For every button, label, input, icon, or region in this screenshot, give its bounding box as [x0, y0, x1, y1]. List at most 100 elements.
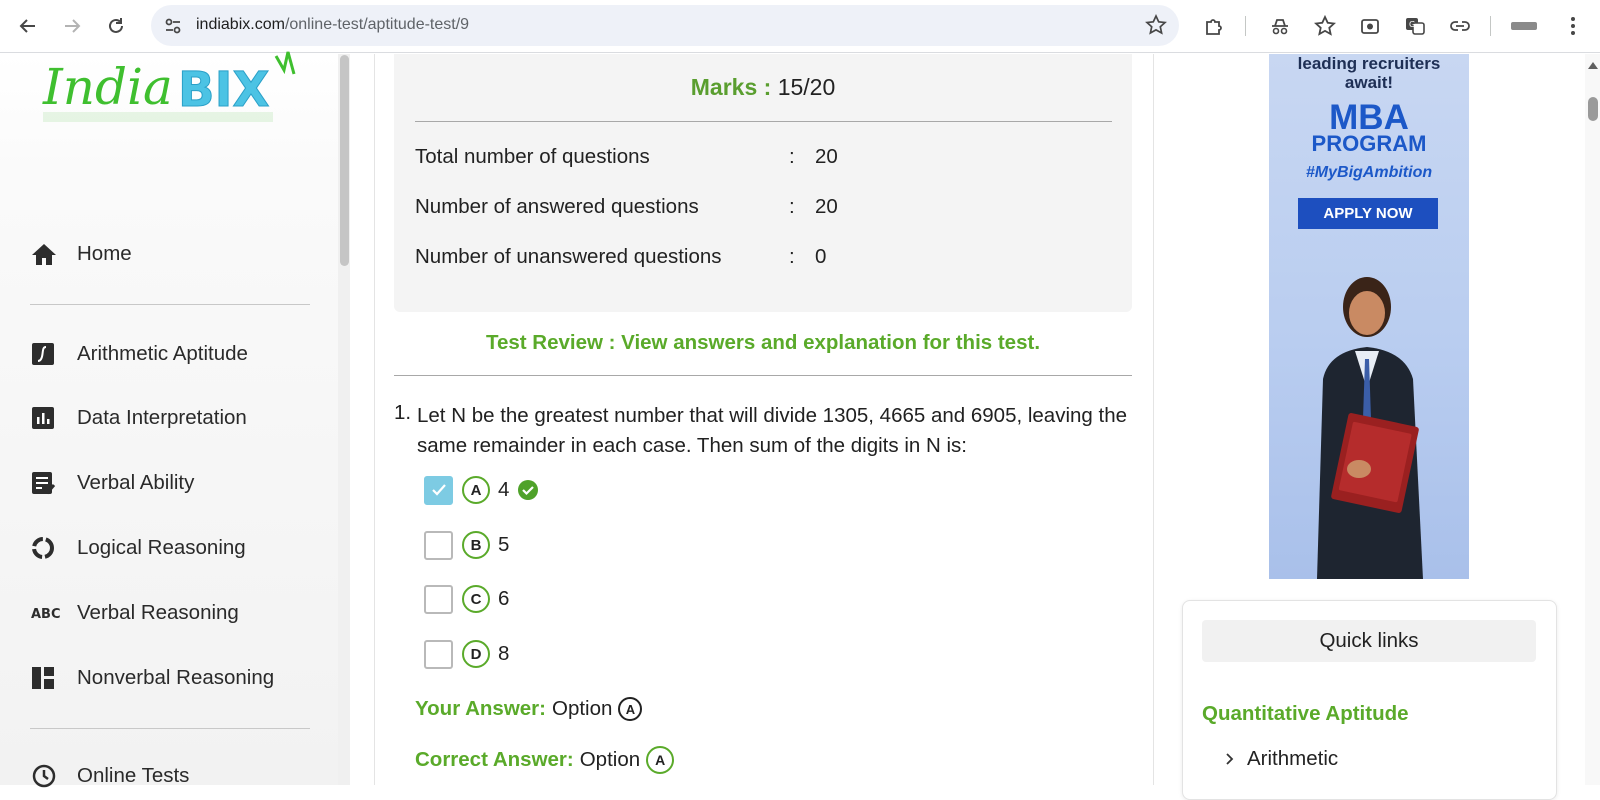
score-divider [415, 121, 1112, 122]
sidebar-item-home[interactable]: Home [31, 237, 132, 271]
star-outline-icon [1314, 15, 1336, 36]
stat-total-questions: Total number of questions : 20 [415, 145, 838, 169]
dashboard-icon [31, 665, 61, 691]
sidebar-item-arithmetic-aptitude[interactable]: Arithmetic Aptitude [31, 337, 248, 371]
stat-separator: : [789, 195, 795, 218]
correct-answer-letter: A [646, 746, 675, 774]
function-icon [31, 341, 61, 367]
cycle-icon [31, 535, 61, 561]
sidebar-item-logical-reasoning[interactable]: Logical Reasoning [31, 531, 246, 565]
sidebar-item-label: Logical Reasoning [77, 536, 246, 559]
option-d[interactable]: D 8 [424, 639, 509, 669]
spy-icon [1272, 19, 1288, 35]
sidebar-item-nonverbal-reasoning[interactable]: Nonverbal Reasoning [31, 661, 274, 695]
your-answer-label: Your Answer: [415, 697, 546, 720]
incognito-extension-button[interactable] [1266, 12, 1294, 40]
checklist-icon [31, 470, 61, 496]
checkmark-icon [431, 484, 446, 496]
scroll-up-arrow-icon[interactable] [1587, 60, 1599, 70]
sidebar-divider [30, 728, 310, 729]
profile-button[interactable] [1510, 12, 1538, 40]
question-number: 1. [394, 401, 412, 424]
ad-headline: leading recruiters [1297, 54, 1441, 73]
quick-links-title: Quick links [1202, 620, 1536, 662]
your-answer: Your Answer: Option A [415, 697, 643, 721]
translate-extension-button[interactable]: G [1401, 12, 1429, 40]
correct-answer-label: Correct Answer: [415, 748, 574, 771]
sidebar-item-verbal-reasoning[interactable]: ABC Verbal Reasoning [31, 596, 239, 630]
svg-text:India: India [42, 58, 173, 116]
option-text: 8 [498, 642, 510, 665]
translate-icon: G [1406, 18, 1425, 35]
option-letter: A [462, 476, 490, 504]
option-a[interactable]: A 4 [424, 475, 539, 505]
quick-link-arithmetic[interactable]: Arithmetic [1225, 747, 1338, 771]
mba-program-ad[interactable]: leading recruiters await! MBA PROGRAM #M… [1269, 54, 1469, 579]
option-c[interactable]: C 6 [424, 584, 509, 614]
arrow-left-icon [19, 19, 35, 33]
your-answer-letter: A [618, 697, 643, 721]
site-settings-icon[interactable] [163, 16, 183, 36]
stat-label: Number of answered questions [415, 195, 699, 218]
test-review-link[interactable]: Test Review : View answers and explanati… [394, 331, 1132, 355]
url-text: indiabix.com/online-test/aptitude-test/9 [196, 16, 470, 33]
ad-person-image [1317, 277, 1423, 579]
question-text: Let N be the greatest number that will d… [417, 404, 1128, 457]
stat-value: 20 [815, 195, 838, 218]
quick-links-section[interactable]: Quantitative Aptitude [1202, 702, 1409, 726]
stat-unanswered-questions: Number of unanswered questions : 0 [415, 245, 826, 269]
screenshot-extension-button[interactable] [1356, 12, 1384, 40]
quick-link-label: Arithmetic [1247, 747, 1339, 770]
toolbar-divider [1245, 16, 1246, 36]
correct-check-icon [518, 480, 539, 500]
stat-value: 0 [815, 245, 827, 268]
option-letter: B [462, 531, 490, 559]
marks-heading: Marks : 15/20 [394, 74, 1132, 101]
sidebar-item-label: Verbal Ability [77, 471, 195, 494]
toolbar-divider [1490, 16, 1491, 36]
address-bar[interactable]: indiabix.com/online-test/aptitude-test/9 [151, 5, 1179, 46]
back-button[interactable] [12, 10, 44, 42]
sidebar-item-data-interpretation[interactable]: Data Interpretation [31, 401, 247, 435]
browser-menu-button[interactable] [1559, 12, 1587, 40]
option-checkbox[interactable] [424, 584, 453, 614]
star-extension-button[interactable] [1311, 12, 1339, 40]
option-checkbox[interactable] [424, 530, 453, 560]
bar-chart-icon [31, 405, 61, 431]
option-b[interactable]: B 5 [424, 530, 509, 560]
sidebar-item-verbal-ability[interactable]: Verbal Ability [31, 466, 194, 500]
link-icon [1450, 21, 1470, 31]
correct-answer-text: Option [579, 748, 641, 771]
link-extension-button[interactable] [1446, 12, 1474, 40]
extensions-button[interactable] [1200, 12, 1228, 40]
stat-separator: : [789, 245, 795, 268]
svg-text:BIX: BIX [178, 62, 269, 118]
option-checkbox[interactable] [424, 639, 453, 669]
page-scrollbar-thumb[interactable] [1588, 97, 1598, 121]
ad-apply-button[interactable]: APPLY NOW [1298, 198, 1438, 229]
sidebar-item-label: Online Tests [77, 764, 190, 787]
marks-value: 15/20 [777, 74, 836, 100]
stat-answered-questions: Number of answered questions : 20 [415, 195, 838, 219]
option-text: 4 [498, 478, 510, 501]
option-checkbox-checked[interactable] [424, 475, 453, 505]
page-scrollbar[interactable] [1585, 54, 1600, 785]
abc-icon: ABC [31, 600, 61, 626]
indiabix-logo[interactable]: India BIX [40, 46, 300, 136]
camera-icon [1361, 19, 1379, 34]
reload-icon [109, 18, 123, 33]
sidebar-item-label: Data Interpretation [77, 406, 247, 429]
sidebar-scrollbar-thumb[interactable] [340, 55, 349, 266]
stat-label: Total number of questions [415, 145, 650, 168]
sidebar-item-online-tests[interactable]: Online Tests [31, 759, 189, 793]
sidebar-item-label: Arithmetic Aptitude [77, 342, 248, 365]
reload-button[interactable] [100, 10, 132, 42]
stat-value: 20 [815, 145, 838, 168]
bookmark-star-icon[interactable] [1145, 14, 1167, 36]
ad-hashtag: #MyBigAmbition [1305, 164, 1433, 181]
forward-button[interactable] [56, 10, 88, 42]
svg-text:ABC: ABC [31, 607, 61, 622]
profile-avatar-icon [1511, 22, 1537, 30]
option-letter: C [462, 585, 490, 613]
sidebar-item-label: Verbal Reasoning [77, 601, 239, 624]
